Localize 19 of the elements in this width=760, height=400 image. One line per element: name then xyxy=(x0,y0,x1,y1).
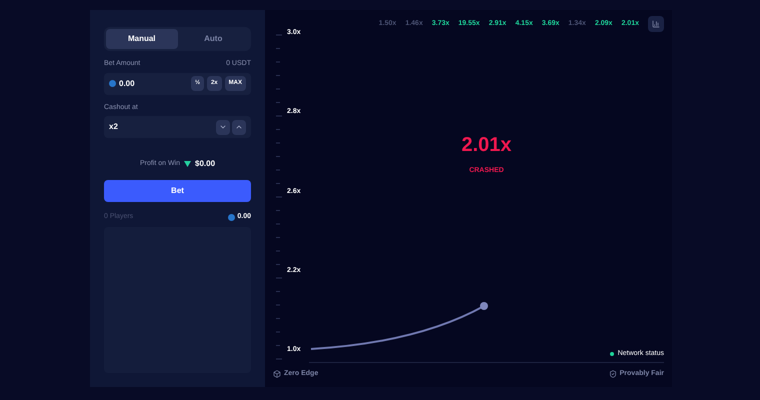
stats-button[interactable] xyxy=(648,16,664,32)
profit-value: $0.00 xyxy=(195,158,216,170)
box-icon xyxy=(273,370,281,378)
chevron-up-icon xyxy=(235,123,243,131)
chevron-down-icon xyxy=(219,123,227,131)
shield-icon xyxy=(608,370,617,378)
bet-amount-value: 0.00 xyxy=(119,78,136,90)
decrease-button[interactable] xyxy=(216,120,230,134)
gem-icon xyxy=(184,161,192,167)
coin-icon xyxy=(109,80,116,87)
mode-tab[interactable]: Auto xyxy=(178,29,249,49)
coin-icon xyxy=(228,214,236,221)
crash-multiplier: 2.01x xyxy=(461,133,512,158)
increase-button[interactable] xyxy=(232,120,246,134)
mode-tab[interactable]: Manual xyxy=(106,29,178,49)
bar-chart-icon xyxy=(652,20,660,28)
bet-button[interactable]: Bet xyxy=(104,180,251,202)
cashout-field[interactable]: x2 xyxy=(104,116,251,138)
cashout-value: x2 xyxy=(109,121,119,133)
